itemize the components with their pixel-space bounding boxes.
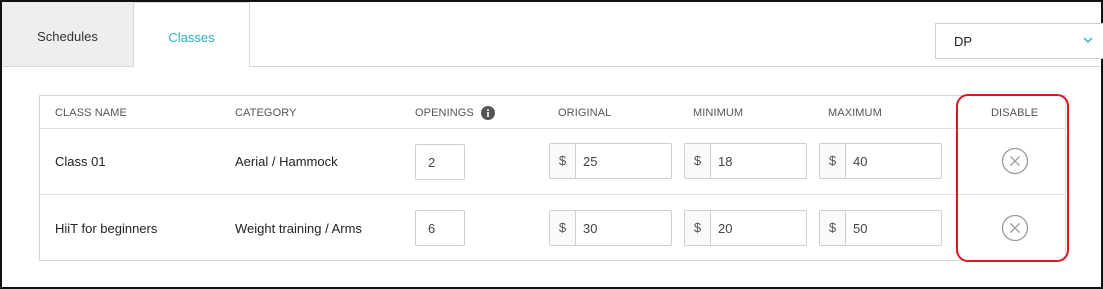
currency-symbol: $ (820, 144, 846, 178)
header-original: ORIGINAL (558, 107, 612, 119)
row-1-minimum-value: 18 (718, 154, 733, 169)
row-2-original-value: 30 (583, 221, 598, 236)
row-1-maximum-value: 40 (853, 154, 868, 169)
row-2-openings-input[interactable]: 6 (415, 210, 465, 246)
header-category: CATEGORY (235, 107, 297, 119)
row-2-original-input[interactable]: $ 30 (549, 210, 672, 246)
header-openings: OPENINGS (415, 107, 474, 119)
header-divider (40, 128, 1065, 129)
row-1-original-value: 25 (583, 154, 598, 169)
header-class-name: CLASS NAME (55, 107, 127, 119)
info-icon[interactable] (481, 106, 495, 120)
row-2-category: Weight training / Arms (235, 221, 362, 236)
row-1-maximum-input[interactable]: $ 40 (819, 143, 942, 179)
currency-symbol: $ (685, 144, 711, 178)
classes-table: CLASS NAME CATEGORY OPENINGS ORIGINAL MI… (39, 95, 1066, 261)
tab-bar: Schedules Classes DP (2, 2, 1103, 67)
row-2-class-name: HiiT for beginners (55, 221, 158, 236)
header-minimum: MINIMUM (693, 107, 744, 119)
row-2-maximum-value: 50 (853, 221, 868, 236)
row-1-minimum-input[interactable]: $ 18 (684, 143, 807, 179)
tab-schedules[interactable]: Schedules (2, 2, 134, 66)
row-1-original-input[interactable]: $ 25 (549, 143, 672, 179)
row-1-class-name: Class 01 (55, 154, 106, 169)
location-select-value: DP (954, 34, 973, 49)
row-1-category: Aerial / Hammock (235, 154, 338, 169)
location-select[interactable]: DP (935, 23, 1103, 59)
disable-column-highlight (956, 94, 1069, 262)
currency-symbol: $ (820, 211, 846, 245)
currency-symbol: $ (550, 144, 576, 178)
row-2-minimum-input[interactable]: $ 20 (684, 210, 807, 246)
row-2-openings-value: 6 (428, 221, 436, 236)
app-frame: Schedules Classes DP CLASS NAME CATEGORY… (0, 0, 1103, 289)
header-maximum: MAXIMUM (828, 107, 882, 119)
tab-schedules-label: Schedules (37, 29, 98, 44)
row-2-maximum-input[interactable]: $ 50 (819, 210, 942, 246)
chevron-down-icon (1083, 37, 1093, 43)
row-1-openings-input[interactable]: 2 (415, 144, 465, 180)
row-1-openings-value: 2 (428, 155, 436, 170)
tab-classes-label: Classes (168, 30, 215, 45)
tab-classes[interactable]: Classes (134, 2, 250, 67)
currency-symbol: $ (550, 211, 576, 245)
currency-symbol: $ (685, 211, 711, 245)
row-2-minimum-value: 20 (718, 221, 733, 236)
row-divider (40, 194, 1065, 195)
